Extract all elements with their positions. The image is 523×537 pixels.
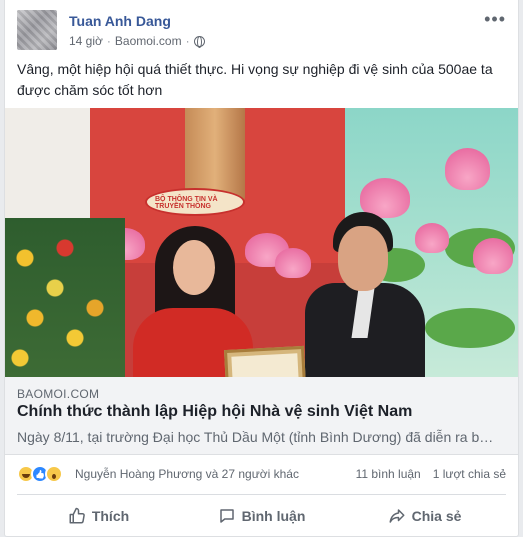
author-name[interactable]: Tuan Anh Dang: [69, 13, 171, 29]
like-button[interactable]: Thích: [17, 496, 180, 536]
post-header: Tuan Anh Dang 14 giờ · Baomoi.com · •••: [17, 8, 506, 54]
post-meta: 14 giờ · Baomoi.com ·: [69, 34, 205, 48]
photo-lotus: [445, 148, 490, 190]
photo-wreath-text: BỘ THÔNG TIN VÀ TRUYỀN THÔNG: [155, 196, 218, 210]
link-title[interactable]: Chính thức thành lập Hiệp hội Nhà vệ sin…: [17, 403, 412, 421]
post-text: Vâng, một hiệp hội quá thiết thực. Hi vọ…: [17, 61, 493, 98]
globe-icon[interactable]: [193, 35, 205, 48]
wow-reaction-icon[interactable]: [45, 465, 63, 483]
post-card: Tuan Anh Dang 14 giờ · Baomoi.com · ••• …: [4, 0, 519, 537]
comment-label: Bình luận: [241, 508, 306, 524]
post-time[interactable]: 14 giờ: [69, 34, 103, 48]
photo-lotus: [415, 223, 449, 253]
photo-lotus: [473, 238, 513, 274]
engagement-counts: 11 bình luận 1 lượt chia sẻ: [356, 467, 506, 481]
post-stats: Nguyễn Hoàng Phương và 27 người khác 11 …: [17, 461, 506, 487]
post-via[interactable]: Baomoi.com: [115, 34, 182, 48]
photo-leaf: [425, 308, 515, 348]
share-button[interactable]: Chia sẻ: [343, 496, 506, 536]
link-preview[interactable]: BAOMOI.COM Chính thức thành lập Hiệp hội…: [5, 377, 518, 455]
photo-person-face: [173, 240, 215, 295]
photo-wreath: BỘ THÔNG TIN VÀ TRUYỀN THÔNG: [145, 188, 245, 216]
comment-count[interactable]: 11 bình luận: [356, 467, 421, 481]
more-dots-icon[interactable]: •••: [484, 10, 506, 28]
link-source: BAOMOI.COM: [17, 387, 100, 401]
actions-divider: [17, 494, 506, 495]
author-avatar[interactable]: [17, 10, 57, 50]
meta-separator: ·: [106, 34, 111, 48]
link-preview-image[interactable]: BỘ THÔNG TIN VÀ TRUYỀN THÔNG: [5, 108, 518, 377]
thumbs-up-icon: [69, 507, 85, 524]
post-actions: Thích Bình luận Chia sẻ: [17, 496, 506, 536]
share-arrow-icon: [389, 509, 405, 523]
share-count[interactable]: 1 lượt chia sẻ: [433, 467, 506, 481]
reaction-icons[interactable]: [17, 465, 63, 483]
photo-flowers: [5, 218, 125, 377]
comment-button[interactable]: Bình luận: [180, 496, 343, 536]
comment-icon: [219, 509, 234, 523]
photo-certificate: [224, 345, 306, 377]
share-label: Chia sẻ: [411, 508, 462, 524]
photo-person-face: [338, 226, 388, 291]
like-label: Thích: [91, 508, 130, 524]
photo-lotus: [275, 248, 311, 278]
link-description: Ngày 8/11, tại trường Đại học Thủ Dầu Mộ…: [17, 429, 498, 445]
reactors-text[interactable]: Nguyễn Hoàng Phương và 27 người khác: [75, 467, 299, 481]
meta-separator-2: ·: [185, 34, 190, 48]
